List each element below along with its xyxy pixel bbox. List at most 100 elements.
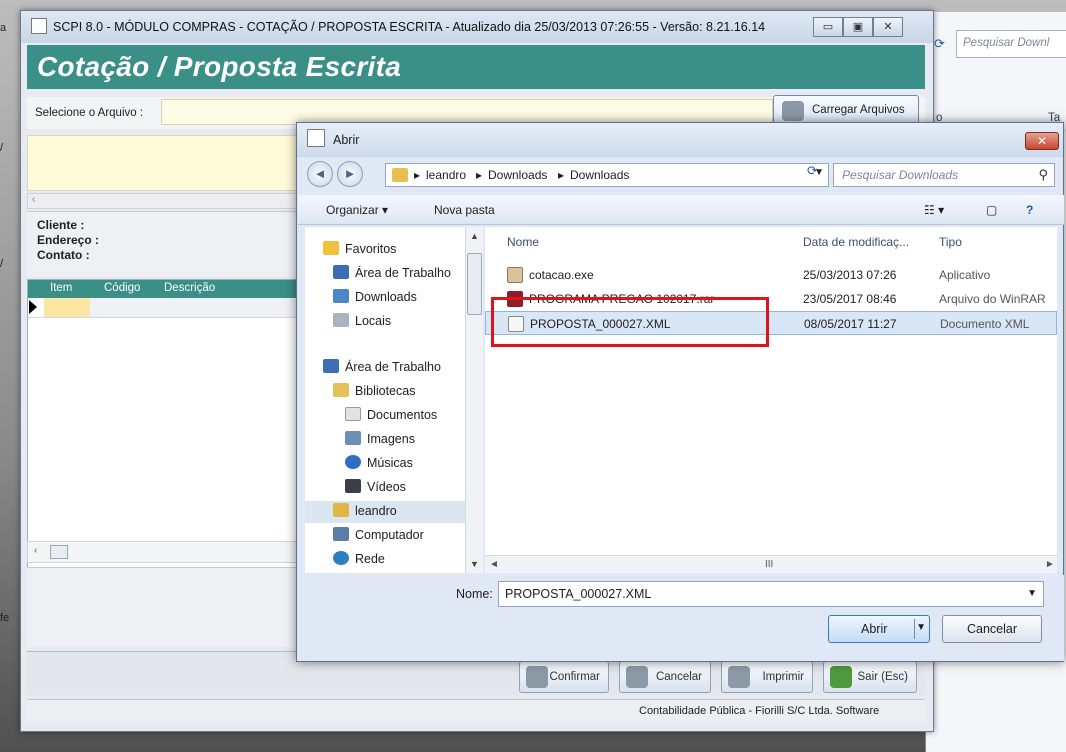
breadcrumb-separator-icon: ▸ — [414, 168, 421, 182]
grid-col-item[interactable]: Item — [50, 282, 72, 294]
open-button[interactable]: Abrir ▼ — [828, 615, 930, 643]
nav-item-libraries[interactable]: Bibliotecas — [333, 383, 415, 398]
print-button[interactable]: Imprimir — [721, 661, 813, 693]
nav-label: Bibliotecas — [355, 384, 416, 398]
dialog-cancel-button[interactable]: Cancelar — [942, 615, 1042, 643]
nav-item-network[interactable]: Rede — [333, 551, 385, 566]
confirm-icon — [526, 666, 548, 688]
nav-item-computer[interactable]: Computador — [333, 527, 424, 542]
scroll-left-arrow-icon[interactable]: ‹ — [32, 194, 35, 205]
breadcrumb-item[interactable]: leandro — [426, 168, 466, 182]
nav-item-desktop2[interactable]: Área de Trabalho — [323, 359, 441, 374]
grid-col-descricao[interactable]: Descrição — [164, 282, 215, 294]
new-folder-button[interactable]: Nova pasta — [434, 203, 495, 217]
column-type[interactable]: Tipo — [939, 235, 962, 249]
nav-label: Vídeos — [367, 480, 406, 494]
organize-menu[interactable]: Organizar ▾ — [326, 203, 388, 217]
nav-label: Locais — [355, 314, 392, 328]
scroll-up-icon[interactable]: ▲ — [470, 231, 479, 241]
scroll-left-arrow-icon[interactable]: ‹ — [34, 545, 37, 556]
background-search-input[interactable]: Pesquisar Downl — [956, 30, 1066, 58]
select-file-label: Selecione o Arquivo : — [35, 107, 144, 119]
back-arrow-icon[interactable]: ◄ — [307, 161, 333, 187]
documents-icon — [345, 407, 361, 421]
gears-icon — [782, 101, 804, 121]
cancel-button[interactable]: Cancelar — [619, 661, 711, 693]
exit-button[interactable]: Sair (Esc) — [823, 661, 917, 693]
minimize-button[interactable]: ▭ — [813, 17, 843, 37]
file-date: 08/05/2017 11:27 — [804, 317, 897, 331]
nav-label: Área de Trabalho — [355, 266, 451, 280]
files-horizontal-scrollbar[interactable]: ◄ III ► — [485, 555, 1057, 573]
images-icon — [345, 431, 361, 445]
refresh-icon[interactable]: ⟳ — [807, 163, 818, 179]
search-icon[interactable]: ⚲ — [1038, 167, 1048, 183]
nav-label: Documentos — [367, 408, 438, 422]
list-item[interactable]: cotacao.exe 25/03/2013 07:26 Aplicativo — [485, 263, 1057, 287]
nav-item-downloads[interactable]: Downloads — [333, 289, 417, 304]
file-name: cotacao.exe — [529, 268, 594, 282]
dialog-bottom: Nome: PROPOSTA_000027.XML ▼ Abrir ▼ Canc… — [298, 575, 1064, 661]
file-date: 23/05/2017 08:46 — [803, 292, 897, 306]
window-controls: ▭ ▣ ✕ — [813, 17, 903, 37]
address-bar[interactable]: ▸ leandro ▸ Downloads ▸ Downloads ▼ — [385, 163, 829, 187]
exit-label: Sair (Esc) — [857, 671, 908, 683]
scroll-thumb-grip[interactable]: III — [765, 559, 773, 570]
nav-label: Área de Trabalho — [345, 360, 441, 374]
file-type: Aplicativo — [939, 268, 991, 282]
endereco-label: Endereço : — [37, 233, 100, 247]
breadcrumb-separator-icon: ▸ — [558, 168, 565, 182]
star-icon — [323, 241, 339, 255]
nav-item-desktop[interactable]: Área de Trabalho — [333, 265, 451, 280]
view-options-icon[interactable]: ☷ ▾ — [924, 203, 944, 217]
nav-item-videos[interactable]: Vídeos — [345, 479, 406, 494]
nav-label: Computador — [355, 528, 424, 542]
scroll-left-icon[interactable]: ◄ — [489, 559, 499, 570]
scroll-thumb[interactable] — [50, 545, 68, 559]
left-edge-glyph: / — [0, 142, 4, 154]
chevron-down-icon[interactable]: ▼ — [1027, 588, 1037, 599]
confirm-button[interactable]: Confirmar — [519, 661, 609, 693]
app-icon — [31, 18, 47, 34]
close-button[interactable]: ✕ — [873, 17, 903, 37]
nav-item-music[interactable]: Músicas — [345, 455, 413, 470]
computer-icon — [333, 527, 349, 541]
forward-arrow-icon[interactable]: ► — [337, 161, 363, 187]
breadcrumb-item[interactable]: Downloads — [570, 168, 629, 182]
help-icon[interactable]: ? — [1026, 203, 1033, 217]
page-title: Cotação / Proposta Escrita — [37, 51, 402, 82]
dialog-search-input[interactable]: Pesquisar Downloads ⚲ — [833, 163, 1055, 187]
filename-value: PROPOSTA_000027.XML — [505, 587, 652, 601]
grid-cell-item[interactable] — [44, 298, 90, 317]
nav-item-images[interactable]: Imagens — [345, 431, 415, 446]
nav-item-places[interactable]: Locais — [333, 313, 391, 328]
nav-item-documents[interactable]: Documentos — [345, 407, 437, 422]
libraries-icon — [333, 383, 349, 397]
network-icon — [333, 551, 349, 565]
nav-vertical-scrollbar[interactable]: ▲ ▼ — [465, 227, 483, 573]
print-label: Imprimir — [762, 671, 804, 683]
dialog-close-button[interactable]: ✕ — [1025, 132, 1059, 150]
filename-input[interactable]: PROPOSTA_000027.XML ▼ — [498, 581, 1044, 607]
nav-item-favorites[interactable]: Favoritos — [323, 241, 396, 256]
scroll-down-icon[interactable]: ▼ — [470, 559, 479, 569]
breadcrumb-separator-icon: ▸ — [476, 168, 483, 182]
nav-item-user[interactable]: leandro — [333, 503, 397, 518]
file-list: Nome Data de modificaç... Tipo cotacao.e… — [485, 227, 1057, 555]
nav-label: Rede — [355, 552, 385, 566]
dialog-search-placeholder: Pesquisar Downloads — [842, 168, 959, 182]
file-type: Arquivo do WinRAR — [939, 292, 1046, 306]
scroll-right-icon[interactable]: ► — [1045, 559, 1055, 570]
downloads-icon — [333, 289, 349, 303]
scroll-thumb[interactable] — [467, 253, 482, 315]
videos-icon — [345, 479, 361, 493]
column-name[interactable]: Nome — [507, 235, 539, 249]
column-date[interactable]: Data de modificaç... — [803, 235, 909, 249]
refresh-icon[interactable]: ⟳ — [934, 36, 945, 52]
maximize-button[interactable]: ▣ — [843, 17, 873, 37]
breadcrumb-item[interactable]: Downloads — [488, 168, 547, 182]
status-bar: Contabilidade Pública - Fiorilli S/C Ltd… — [27, 699, 925, 723]
preview-pane-icon[interactable]: ▢ — [986, 203, 997, 217]
chevron-down-icon[interactable]: ▼ — [916, 622, 926, 633]
grid-col-codigo[interactable]: Código — [104, 282, 140, 294]
